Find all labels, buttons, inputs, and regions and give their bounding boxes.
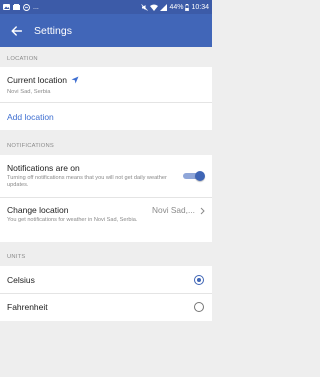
gallery-icon — [13, 4, 20, 10]
add-location-link[interactable]: Add location — [7, 112, 54, 122]
radio-fahrenheit[interactable] — [194, 302, 204, 312]
app-bar: Settings — [0, 14, 212, 47]
unit-option-fahrenheit[interactable]: Fahrenheit — [0, 294, 212, 321]
status-bar: ... 44% 10:34 — [0, 0, 212, 14]
section-label-notifications: NOTIFICATIONS — [7, 143, 54, 149]
wifi-icon — [150, 4, 159, 11]
radio-dot — [197, 278, 201, 282]
unit-option-celsius[interactable]: Celsius — [0, 266, 212, 293]
unit-label-celsius: Celsius — [7, 275, 35, 285]
current-location-row[interactable]: Current location Novi Sad, Serbia — [0, 67, 212, 102]
clock: 10:34 — [191, 3, 209, 11]
change-location-description: You get notifications for weather in Nov… — [7, 217, 138, 223]
change-location-value: Novi Sad,... — [152, 205, 195, 215]
current-location-value: Novi Sad, Serbia — [7, 89, 51, 95]
back-button[interactable] — [2, 14, 30, 47]
location-arrow-icon — [71, 76, 79, 84]
units-card: Celsius Fahrenheit — [0, 266, 212, 321]
notification-icons: ... — [3, 4, 39, 11]
change-location-title: Change location — [7, 205, 69, 215]
toggle-knob — [195, 171, 205, 181]
notifications-description: Turning off notifications means that you… — [7, 175, 167, 188]
section-label-units: UNITS — [7, 254, 26, 260]
notifications-row[interactable]: Notifications are on Turning off notific… — [0, 155, 212, 197]
messenger-icon — [23, 3, 30, 11]
current-location-title-wrap: Current location — [7, 75, 79, 85]
battery-percent: 44% — [169, 3, 184, 11]
divider — [0, 102, 212, 103]
mute-icon — [141, 3, 149, 11]
image-icon — [3, 4, 10, 10]
system-icons: 44% 10:34 — [141, 3, 209, 11]
chevron-right-icon — [200, 207, 205, 215]
battery-icon — [185, 3, 190, 11]
signal-icon — [160, 3, 168, 11]
section-label-location: LOCATION — [7, 56, 38, 62]
change-location-row[interactable]: Change location Novi Sad,... You get not… — [0, 198, 212, 242]
notifications-title: Notifications are on — [7, 163, 80, 173]
notifications-toggle[interactable] — [181, 171, 205, 181]
radio-celsius[interactable] — [194, 275, 204, 285]
overflow-indicator: ... — [33, 3, 39, 11]
notifications-card: Notifications are on Turning off notific… — [0, 155, 212, 242]
page-title: Settings — [34, 24, 72, 37]
current-location-title: Current location — [7, 75, 68, 85]
arrow-left-icon — [11, 25, 22, 36]
location-card: Current location Novi Sad, Serbia Add lo… — [0, 67, 212, 130]
unit-label-fahrenheit: Fahrenheit — [7, 302, 48, 312]
